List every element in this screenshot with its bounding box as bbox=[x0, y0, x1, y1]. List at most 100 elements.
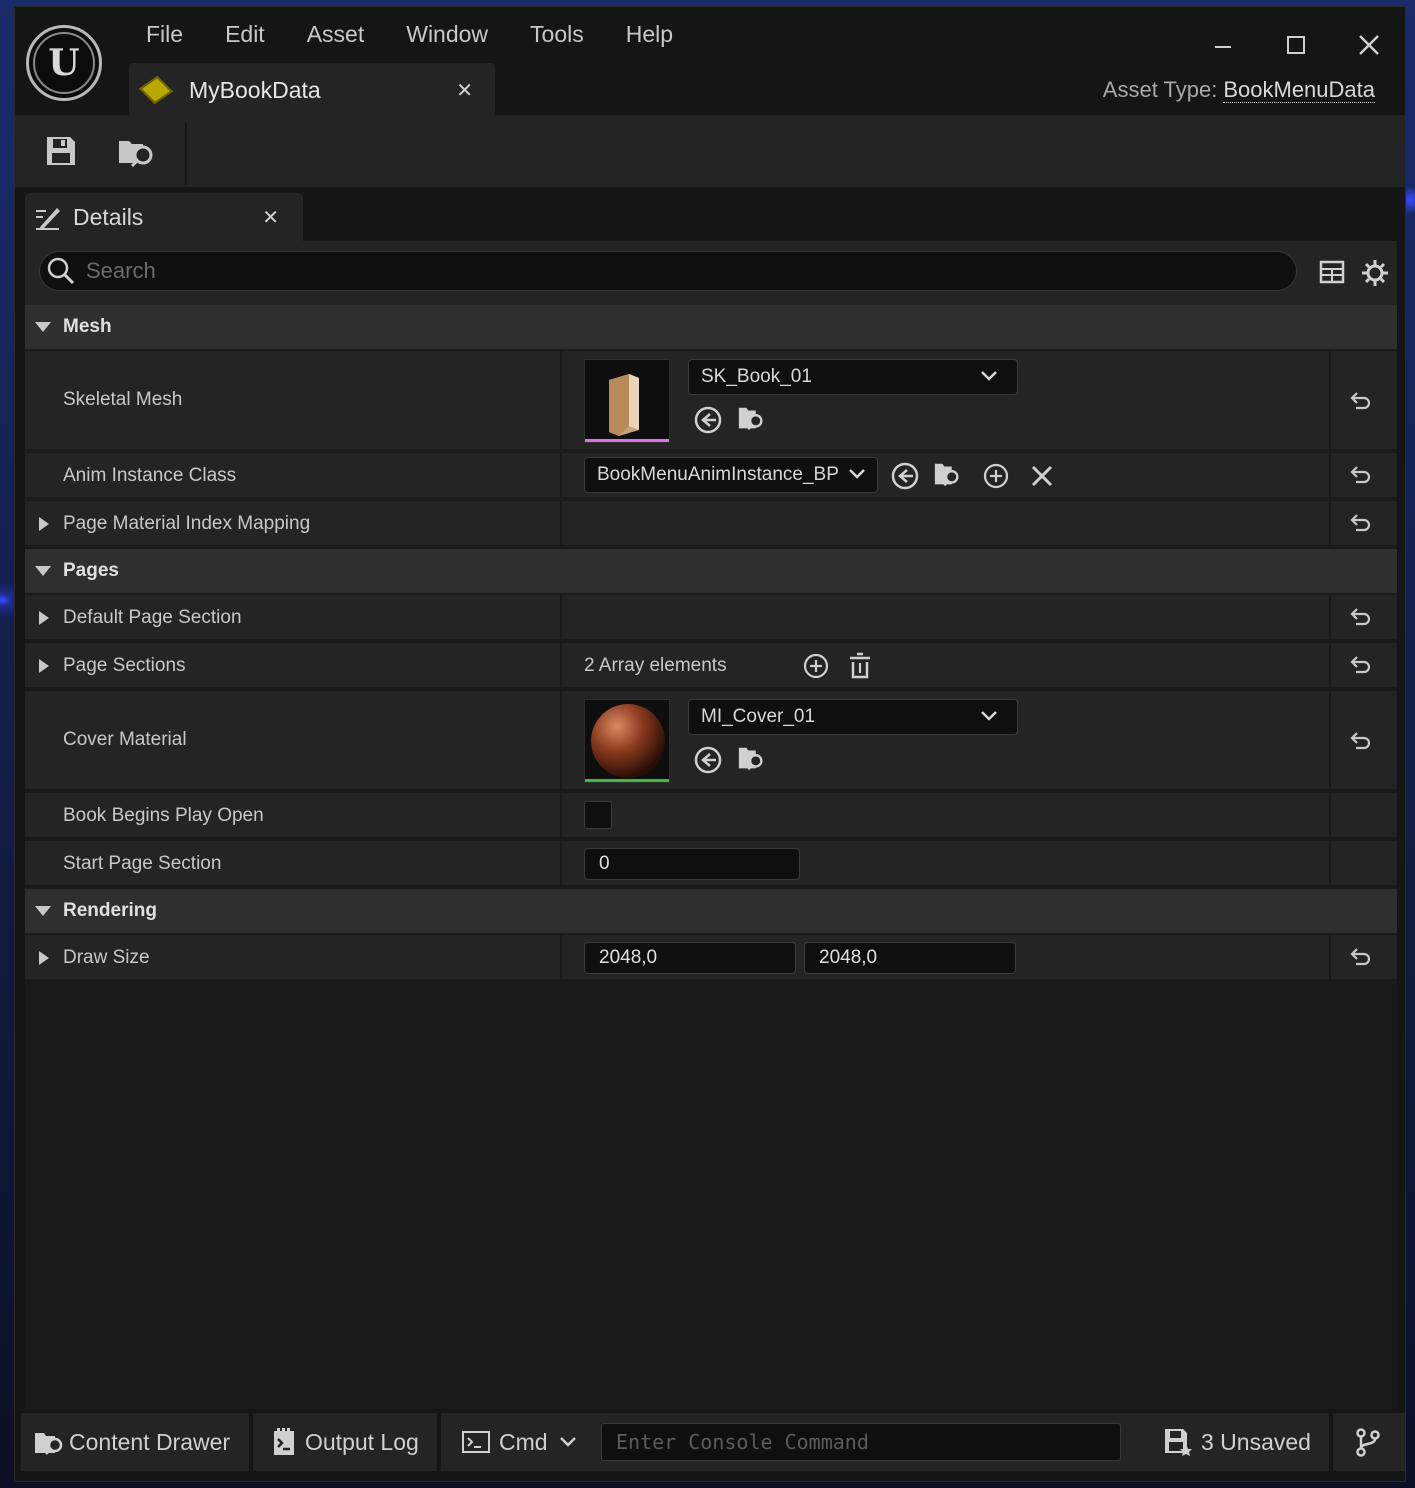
section-rendering[interactable]: Rendering bbox=[25, 889, 1397, 933]
reset-to-default-button[interactable] bbox=[1347, 509, 1375, 537]
property-label: Default Page Section bbox=[63, 607, 242, 628]
create-new-class-button[interactable] bbox=[981, 461, 1011, 491]
close-tab-icon[interactable]: ✕ bbox=[456, 78, 473, 103]
section-label: Mesh bbox=[63, 316, 112, 337]
menu-asset[interactable]: Asset bbox=[286, 17, 386, 52]
asset-type-indicator: Asset Type: BookMenuData bbox=[1103, 77, 1375, 103]
reset-column-divider bbox=[1329, 841, 1331, 885]
reset-to-default-button[interactable] bbox=[1347, 387, 1375, 415]
cover-material-dropdown[interactable]: MI_Cover_01 bbox=[688, 699, 1018, 735]
draw-size-y-input[interactable]: 2048,0 bbox=[804, 942, 1016, 974]
reset-to-default-button[interactable] bbox=[1347, 727, 1375, 755]
menu-window[interactable]: Window bbox=[385, 17, 509, 52]
cover-material-thumbnail[interactable] bbox=[584, 699, 670, 783]
chevron-down-icon bbox=[981, 711, 997, 721]
content-drawer-button[interactable]: Content Drawer bbox=[21, 1413, 249, 1471]
expand-arrow-icon[interactable] bbox=[39, 517, 49, 531]
close-window-button[interactable] bbox=[1332, 25, 1405, 65]
reset-arrow-icon bbox=[1350, 732, 1371, 750]
book-mesh-preview bbox=[585, 374, 669, 442]
table-icon bbox=[1319, 260, 1345, 284]
material-sphere-preview bbox=[585, 704, 669, 782]
source-control-button[interactable] bbox=[1333, 1413, 1405, 1471]
draw-size-x-input[interactable]: 2048,0 bbox=[584, 942, 796, 974]
reset-to-default-button[interactable] bbox=[1347, 651, 1375, 679]
plus-circle-icon bbox=[803, 653, 829, 679]
anim-instance-class-dropdown[interactable]: BookMenuAnimInstance_BP bbox=[584, 457, 878, 493]
reset-to-default-button[interactable] bbox=[1347, 603, 1375, 631]
reset-arrow-icon bbox=[1350, 392, 1371, 410]
row-page-material-index-mapping[interactable]: Page Material Index Mapping bbox=[25, 501, 1397, 547]
reset-to-default-button[interactable] bbox=[1347, 461, 1375, 489]
cmd-dropdown[interactable]: Cmd bbox=[461, 1429, 578, 1456]
chevron-down-icon bbox=[559, 1437, 576, 1447]
skeletal-mesh-dropdown[interactable]: SK_Book_01 bbox=[688, 359, 1018, 395]
row-default-page-section[interactable]: Default Page Section bbox=[25, 595, 1397, 641]
remove-all-elements-button[interactable] bbox=[845, 651, 875, 681]
reset-column-divider bbox=[1329, 501, 1331, 545]
reset-to-default-button[interactable] bbox=[1347, 943, 1375, 971]
asset-type-label: Asset Type: bbox=[1102, 77, 1218, 102]
row-draw-size[interactable]: Draw Size 2048,0 2048,0 bbox=[25, 935, 1397, 981]
browse-folder-icon bbox=[934, 463, 959, 487]
menu-edit[interactable]: Edit bbox=[204, 17, 286, 52]
expand-arrow-icon[interactable] bbox=[39, 611, 49, 625]
toolbar-separator bbox=[185, 123, 187, 185]
add-element-button[interactable] bbox=[801, 651, 831, 681]
unreal-logo-icon[interactable]: U bbox=[26, 25, 102, 101]
editor-window: U File Edit Asset Window Tools Help MyBo… bbox=[14, 6, 1406, 1482]
book-begins-play-open-checkbox[interactable] bbox=[584, 801, 612, 829]
window-controls bbox=[1186, 25, 1405, 65]
menu-tools[interactable]: Tools bbox=[509, 17, 605, 52]
output-log-label: Output Log bbox=[305, 1428, 419, 1455]
search-icon bbox=[47, 257, 75, 285]
browse-class-button[interactable] bbox=[933, 459, 963, 489]
browse-asset-button[interactable] bbox=[737, 743, 767, 773]
search-box[interactable] bbox=[39, 251, 1297, 291]
section-mesh[interactable]: Mesh bbox=[25, 305, 1397, 349]
property-label: Anim Instance Class bbox=[63, 465, 237, 486]
column-divider bbox=[560, 643, 562, 687]
row-page-sections[interactable]: Page Sections 2 Array elements bbox=[25, 643, 1397, 689]
use-selected-asset-button[interactable] bbox=[693, 405, 723, 435]
asset-type-link[interactable]: BookMenuData bbox=[1223, 77, 1375, 103]
minimize-button[interactable] bbox=[1186, 25, 1259, 65]
asset-tab[interactable]: MyBookData ✕ bbox=[129, 63, 495, 117]
start-page-section-input[interactable]: 0 bbox=[584, 848, 800, 880]
column-divider bbox=[560, 453, 562, 497]
terminal-icon bbox=[462, 1431, 490, 1453]
settings-button[interactable] bbox=[1361, 259, 1389, 287]
console-command-input[interactable] bbox=[602, 1424, 1120, 1460]
expand-arrow-icon[interactable] bbox=[39, 659, 49, 673]
row-anim-instance-class: Anim Instance Class BookMenuAnimInstance… bbox=[25, 453, 1397, 499]
console-command-field[interactable] bbox=[601, 1423, 1121, 1461]
skeletal-mesh-thumbnail[interactable] bbox=[584, 359, 670, 443]
expand-arrow-icon[interactable] bbox=[39, 951, 49, 965]
property-label: Book Begins Play Open bbox=[63, 805, 264, 826]
cmd-label: Cmd bbox=[499, 1428, 548, 1455]
menu-help[interactable]: Help bbox=[605, 17, 694, 52]
browse-to-asset-button[interactable] bbox=[117, 131, 157, 171]
save-button[interactable] bbox=[41, 131, 81, 171]
section-pages[interactable]: Pages bbox=[25, 549, 1397, 593]
menu-file[interactable]: File bbox=[125, 17, 204, 52]
close-details-icon[interactable]: ✕ bbox=[262, 205, 279, 230]
close-icon bbox=[1031, 465, 1053, 487]
property-matrix-button[interactable] bbox=[1319, 259, 1345, 285]
output-log-button[interactable]: Output Log bbox=[253, 1413, 437, 1471]
use-selected-asset-button[interactable] bbox=[693, 745, 723, 775]
unsaved-assets-button[interactable]: 3 Unsaved bbox=[1143, 1413, 1329, 1471]
search-input[interactable] bbox=[86, 258, 1186, 284]
reset-column-divider bbox=[1329, 453, 1331, 497]
close-icon bbox=[1358, 35, 1379, 55]
browse-asset-button[interactable] bbox=[737, 403, 767, 433]
reset-column-divider bbox=[1329, 643, 1331, 687]
browse-folder-icon bbox=[119, 141, 153, 168]
maximize-button[interactable] bbox=[1259, 25, 1332, 65]
maximize-icon bbox=[1286, 36, 1305, 54]
clear-class-button[interactable] bbox=[1027, 461, 1057, 491]
use-selected-icon bbox=[891, 462, 919, 490]
reset-column-divider bbox=[1329, 935, 1331, 979]
details-tab[interactable]: Details ✕ bbox=[25, 193, 303, 241]
use-selected-class-button[interactable] bbox=[890, 461, 920, 491]
